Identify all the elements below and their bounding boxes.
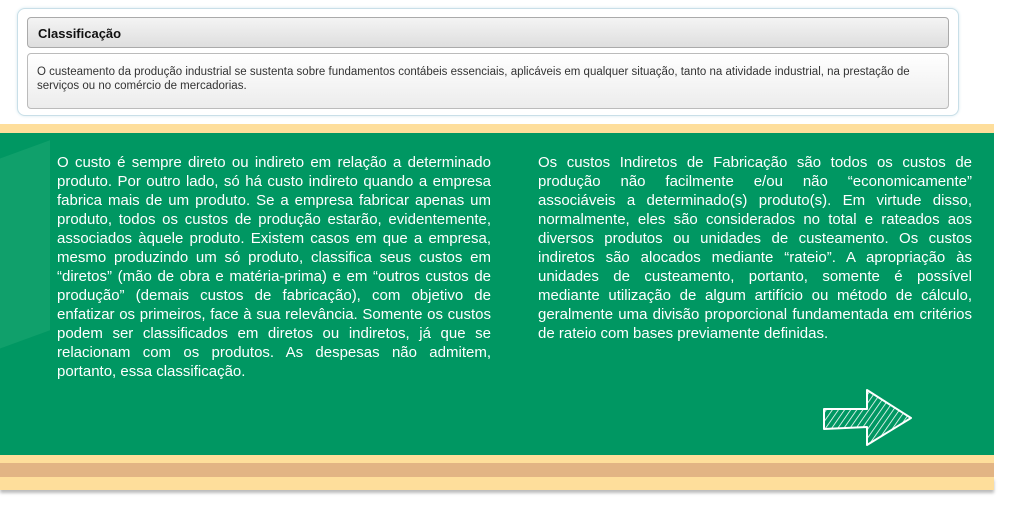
top-stripe: [0, 124, 994, 133]
classification-panel: Classificação O custeamento da produção …: [17, 8, 959, 116]
right-paragraph: Os custos Indiretos de Fabricação são to…: [538, 154, 972, 342]
panel-header: Classificação: [27, 17, 949, 48]
bottom-stripe-2: [0, 463, 994, 477]
bottom-stripe-1: [0, 455, 994, 463]
next-arrow-icon[interactable]: [822, 389, 914, 447]
panel-description: O custeamento da produção industrial se …: [37, 66, 910, 92]
bottom-stripe-3: [0, 477, 994, 490]
left-paragraph: O custo é sempre direto ou indireto em r…: [57, 154, 491, 380]
content-board: O custo é sempre direto ou indireto em r…: [0, 133, 994, 455]
decorative-shape: [0, 140, 50, 356]
panel-body: O custeamento da produção industrial se …: [27, 53, 949, 109]
panel-title: Classificação: [38, 26, 122, 41]
